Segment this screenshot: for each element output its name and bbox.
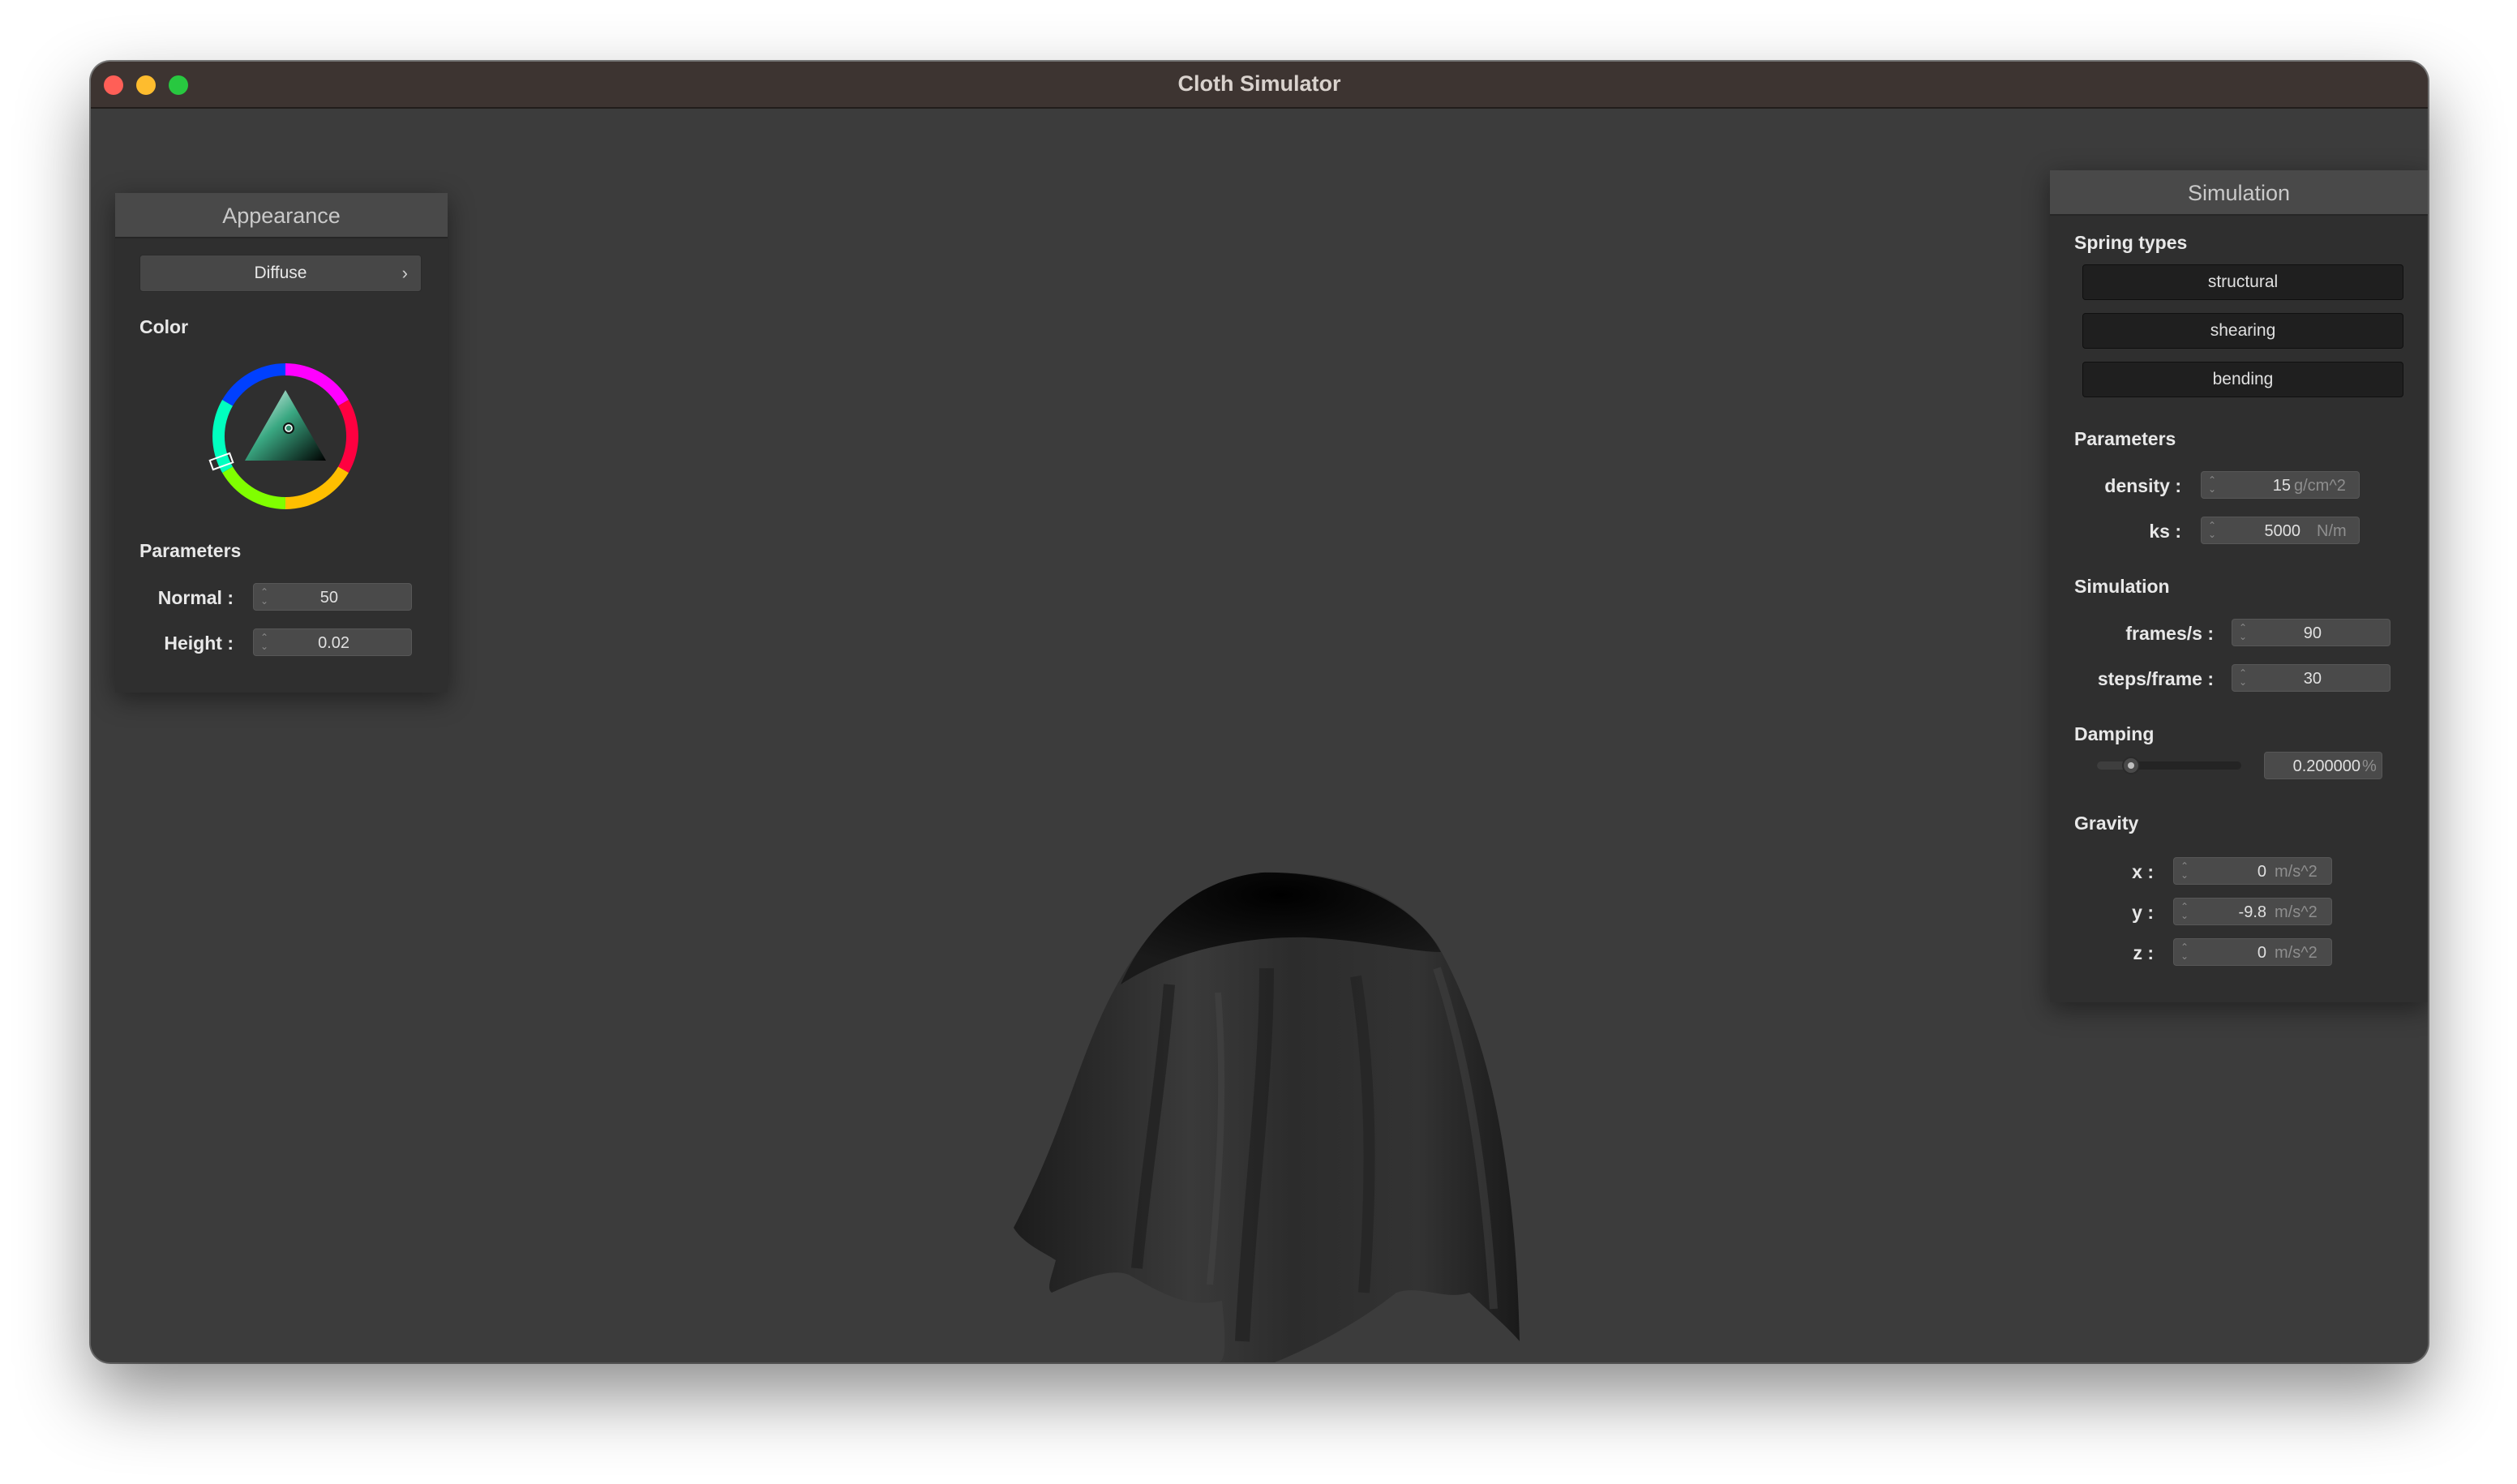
- shader-dropdown[interactable]: Diffuse ›: [139, 255, 422, 292]
- simulation-settings-label: Simulation: [2074, 576, 2170, 597]
- frames-per-second-input[interactable]: ⌃ ⌄ 90: [2232, 619, 2391, 646]
- color-wheel[interactable]: [204, 355, 367, 517]
- gravity-x-label: x :: [2132, 861, 2154, 882]
- normal-label: Normal :: [157, 587, 234, 608]
- structural-spring-button[interactable]: structural: [2082, 264, 2403, 300]
- sim-parameters-label: Parameters: [2074, 428, 2176, 449]
- gravity-z-input[interactable]: ⌃ ⌄ 0 m/s^2: [2173, 938, 2332, 966]
- appearance-panel-title: Appearance: [115, 193, 448, 238]
- stepper-icon[interactable]: ⌃ ⌄: [2206, 521, 2218, 539]
- stepper-icon[interactable]: ⌃ ⌄: [2179, 942, 2190, 961]
- ks-input[interactable]: ⌃ ⌄ 5000 N/m: [2201, 517, 2360, 544]
- stepper-icon[interactable]: ⌃ ⌄: [2179, 861, 2190, 880]
- damping-slider[interactable]: [2097, 757, 2241, 774]
- gravity-y-label: y :: [2132, 902, 2154, 923]
- stepper-icon[interactable]: ⌃ ⌄: [259, 633, 270, 651]
- gravity-z-label: z :: [2133, 942, 2154, 963]
- simulation-panel: Simulation Spring types structural shear…: [2050, 170, 2428, 1002]
- steps-per-frame-input[interactable]: ⌃ ⌄ 30: [2232, 664, 2391, 692]
- height-input[interactable]: ⌃ ⌄ 0.02: [253, 628, 412, 656]
- spring-types-label: Spring types: [2074, 232, 2188, 253]
- stepper-icon[interactable]: ⌃ ⌄: [259, 587, 270, 606]
- shader-dropdown-label: Diffuse: [254, 264, 307, 282]
- bending-spring-button[interactable]: bending: [2082, 362, 2403, 397]
- steps-per-frame-label: steps/frame :: [2097, 668, 2214, 689]
- stepper-icon[interactable]: ⌃ ⌄: [2237, 623, 2249, 641]
- chevron-right-icon: ›: [401, 263, 408, 283]
- damping-label: Damping: [2074, 723, 2155, 744]
- gravity-label: Gravity: [2074, 813, 2139, 834]
- damping-input[interactable]: 0.200000 %: [2264, 752, 2382, 779]
- app-window: Cloth Simulator Appearance Diffuse › Col…: [91, 62, 2428, 1362]
- stepper-icon[interactable]: ⌃ ⌄: [2206, 475, 2218, 494]
- ks-label: ks :: [2149, 521, 2181, 542]
- damping-slider-handle[interactable]: [2122, 757, 2141, 774]
- 3d-viewport[interactable]: Appearance Diffuse › Color Parameters No…: [91, 109, 2428, 1362]
- frames-per-second-label: frames/s :: [2125, 623, 2214, 644]
- title-bar: Cloth Simulator: [91, 62, 2428, 109]
- stepper-icon[interactable]: ⌃ ⌄: [2179, 902, 2190, 920]
- normal-input[interactable]: ⌃ ⌄ 50: [253, 583, 412, 611]
- appearance-parameters-label: Parameters: [139, 540, 242, 561]
- color-label: Color: [139, 316, 189, 337]
- gravity-y-input[interactable]: ⌃ ⌄ -9.8 m/s^2: [2173, 898, 2332, 925]
- gravity-x-input[interactable]: ⌃ ⌄ 0 m/s^2: [2173, 857, 2332, 885]
- simulation-panel-title: Simulation: [2050, 170, 2428, 216]
- stepper-icon[interactable]: ⌃ ⌄: [2237, 668, 2249, 687]
- window-title: Cloth Simulator: [1177, 71, 1341, 96]
- density-input[interactable]: ⌃ ⌄ 15 g/cm^2: [2201, 471, 2360, 499]
- height-label: Height :: [164, 633, 234, 654]
- appearance-panel: Appearance Diffuse › Color Parameters No…: [115, 193, 448, 693]
- shearing-spring-button[interactable]: shearing: [2082, 313, 2403, 349]
- density-label: density :: [2104, 475, 2181, 496]
